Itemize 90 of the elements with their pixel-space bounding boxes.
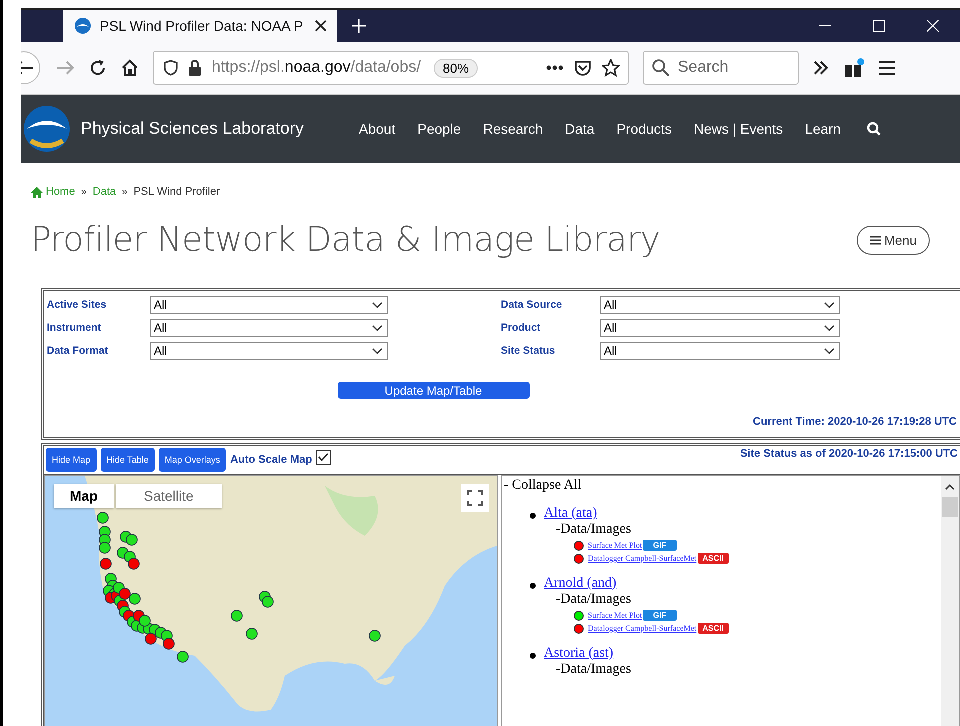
- home-icon: [31, 186, 43, 198]
- bullet-icon: [530, 513, 536, 519]
- site-link[interactable]: Arnold (and): [544, 576, 617, 591]
- star-icon[interactable]: [602, 59, 620, 77]
- auto-scale-label: Auto Scale Map: [230, 454, 312, 466]
- auto-scale-checkbox[interactable]: [316, 450, 332, 465]
- breadcrumb-separator: »: [81, 186, 87, 198]
- product-link[interactable]: Surface Met Plot: [588, 541, 642, 550]
- double-chevron-icon[interactable]: [813, 61, 829, 75]
- breadcrumb-current: PSL Wind Profiler: [134, 186, 220, 198]
- nav-link[interactable]: Research: [483, 121, 544, 137]
- filter-dropdown[interactable]: All: [150, 296, 388, 314]
- product-link[interactable]: Surface Met Plot: [588, 611, 642, 620]
- filter-dropdown[interactable]: All: [600, 319, 840, 337]
- close-icon[interactable]: [315, 20, 327, 32]
- product-link[interactable]: Datalogger Campbell-SurfaceMet: [588, 624, 697, 633]
- nav-link[interactable]: About: [359, 121, 396, 137]
- filter-label: Active Sites: [47, 299, 108, 311]
- chevron-down-icon: [372, 302, 383, 308]
- product-link[interactable]: Datalogger Campbell-SurfaceMet: [588, 554, 697, 563]
- toolbar-button[interactable]: Hide Map: [46, 448, 97, 472]
- filter-dropdown[interactable]: All: [600, 296, 840, 314]
- site-name[interactable]: Physical Sciences Laboratory: [81, 119, 304, 139]
- group-label: -Data/Images: [556, 592, 632, 608]
- update-button[interactable]: Update Map/Table: [338, 382, 530, 399]
- fullscreen-icon[interactable]: [461, 484, 489, 512]
- breadcrumb-link[interactable]: Data: [92, 186, 116, 198]
- chevron-down-icon: [824, 324, 835, 332]
- zoom-level[interactable]: 80%: [434, 58, 478, 78]
- menu-icon[interactable]: [879, 61, 895, 75]
- pocket-icon[interactable]: [574, 60, 592, 76]
- chevron-up-icon: [945, 484, 955, 490]
- filter-label: Instrument: [47, 322, 102, 334]
- map-type-tab[interactable]: Satellite: [116, 484, 222, 508]
- plus-icon[interactable]: [351, 18, 367, 34]
- bullet-icon: [530, 583, 536, 589]
- collapse-all-link[interactable]: - Collapse All: [502, 476, 935, 496]
- site-link[interactable]: Astoria (ast): [544, 646, 614, 661]
- shield-icon: [164, 60, 178, 76]
- filter-label: Site Status: [501, 345, 556, 357]
- globe-logo-icon: [75, 18, 91, 34]
- chevron-down-icon: [824, 348, 835, 354]
- checkmark-icon: [318, 453, 330, 462]
- search-icon[interactable]: [867, 122, 881, 136]
- toolbar-button[interactable]: Hide Table: [100, 448, 155, 472]
- more-dots-icon[interactable]: [546, 65, 564, 71]
- site-link[interactable]: Alta (ata): [544, 506, 598, 521]
- filter-dropdown[interactable]: All: [150, 342, 388, 360]
- bird-logo-icon: [23, 105, 71, 153]
- chevron-down-icon: [824, 302, 835, 308]
- reload-icon[interactable]: [89, 59, 107, 77]
- home-icon[interactable]: [121, 59, 139, 77]
- filter-label: Data Format: [47, 345, 110, 357]
- scrollbar[interactable]: [941, 476, 959, 726]
- format-tag[interactable]: GIF: [643, 540, 677, 551]
- browser-tab[interactable]: PSL Wind Profiler Data: NOAA P: [63, 10, 337, 42]
- filter-label: Data Source: [501, 299, 564, 311]
- bullet-icon: [530, 653, 536, 659]
- menu-button[interactable]: Menu: [857, 226, 930, 254]
- nav-link[interactable]: People: [418, 121, 462, 137]
- breadcrumb-link[interactable]: Home: [31, 186, 76, 198]
- nav-link[interactable]: Learn: [805, 121, 841, 137]
- tab-title: PSL Wind Profiler Data: NOAA P: [100, 18, 304, 34]
- format-tag[interactable]: GIF: [643, 610, 677, 621]
- maximize-icon[interactable]: [873, 20, 885, 32]
- format-tag[interactable]: ASCII: [698, 553, 729, 564]
- filter-dropdown[interactable]: All: [600, 342, 840, 360]
- search-icon: [652, 59, 670, 77]
- toolbar-button[interactable]: Map Overlays: [158, 448, 226, 472]
- menu-icon: [870, 236, 882, 244]
- page-title: Profiler Network Data & Image Library: [31, 220, 662, 260]
- group-label: -Data/Images: [556, 662, 632, 678]
- search-field[interactable]: Search: [643, 51, 799, 85]
- padlock-icon: [188, 60, 202, 76]
- breadcrumb-separator: »: [122, 186, 128, 198]
- filter-label: Product: [501, 322, 542, 334]
- nav-link[interactable]: News | Events: [694, 121, 784, 137]
- filter-dropdown[interactable]: All: [150, 319, 388, 337]
- chevron-down-icon: [372, 348, 383, 354]
- nav-link[interactable]: Products: [616, 121, 672, 137]
- group-label: -Data/Images: [556, 522, 632, 538]
- chevron-down-icon: [372, 324, 383, 332]
- map-type-tab[interactable]: Map: [54, 484, 114, 508]
- current-time: Current Time: 2020-10-26 17:19:28 UTC: [753, 416, 958, 428]
- scrollbar-thumb[interactable]: [942, 497, 958, 517]
- address-field[interactable]: https://psl.noaa.gov/data/obs/ 80%: [153, 51, 629, 85]
- format-tag[interactable]: ASCII: [698, 623, 729, 634]
- site-status-time: Site Status as of 2020-10-26 17:15:00 UTC: [740, 448, 958, 460]
- nav-link[interactable]: Data: [565, 121, 595, 137]
- url-text: https://psl.noaa.gov/data/obs/: [212, 59, 422, 77]
